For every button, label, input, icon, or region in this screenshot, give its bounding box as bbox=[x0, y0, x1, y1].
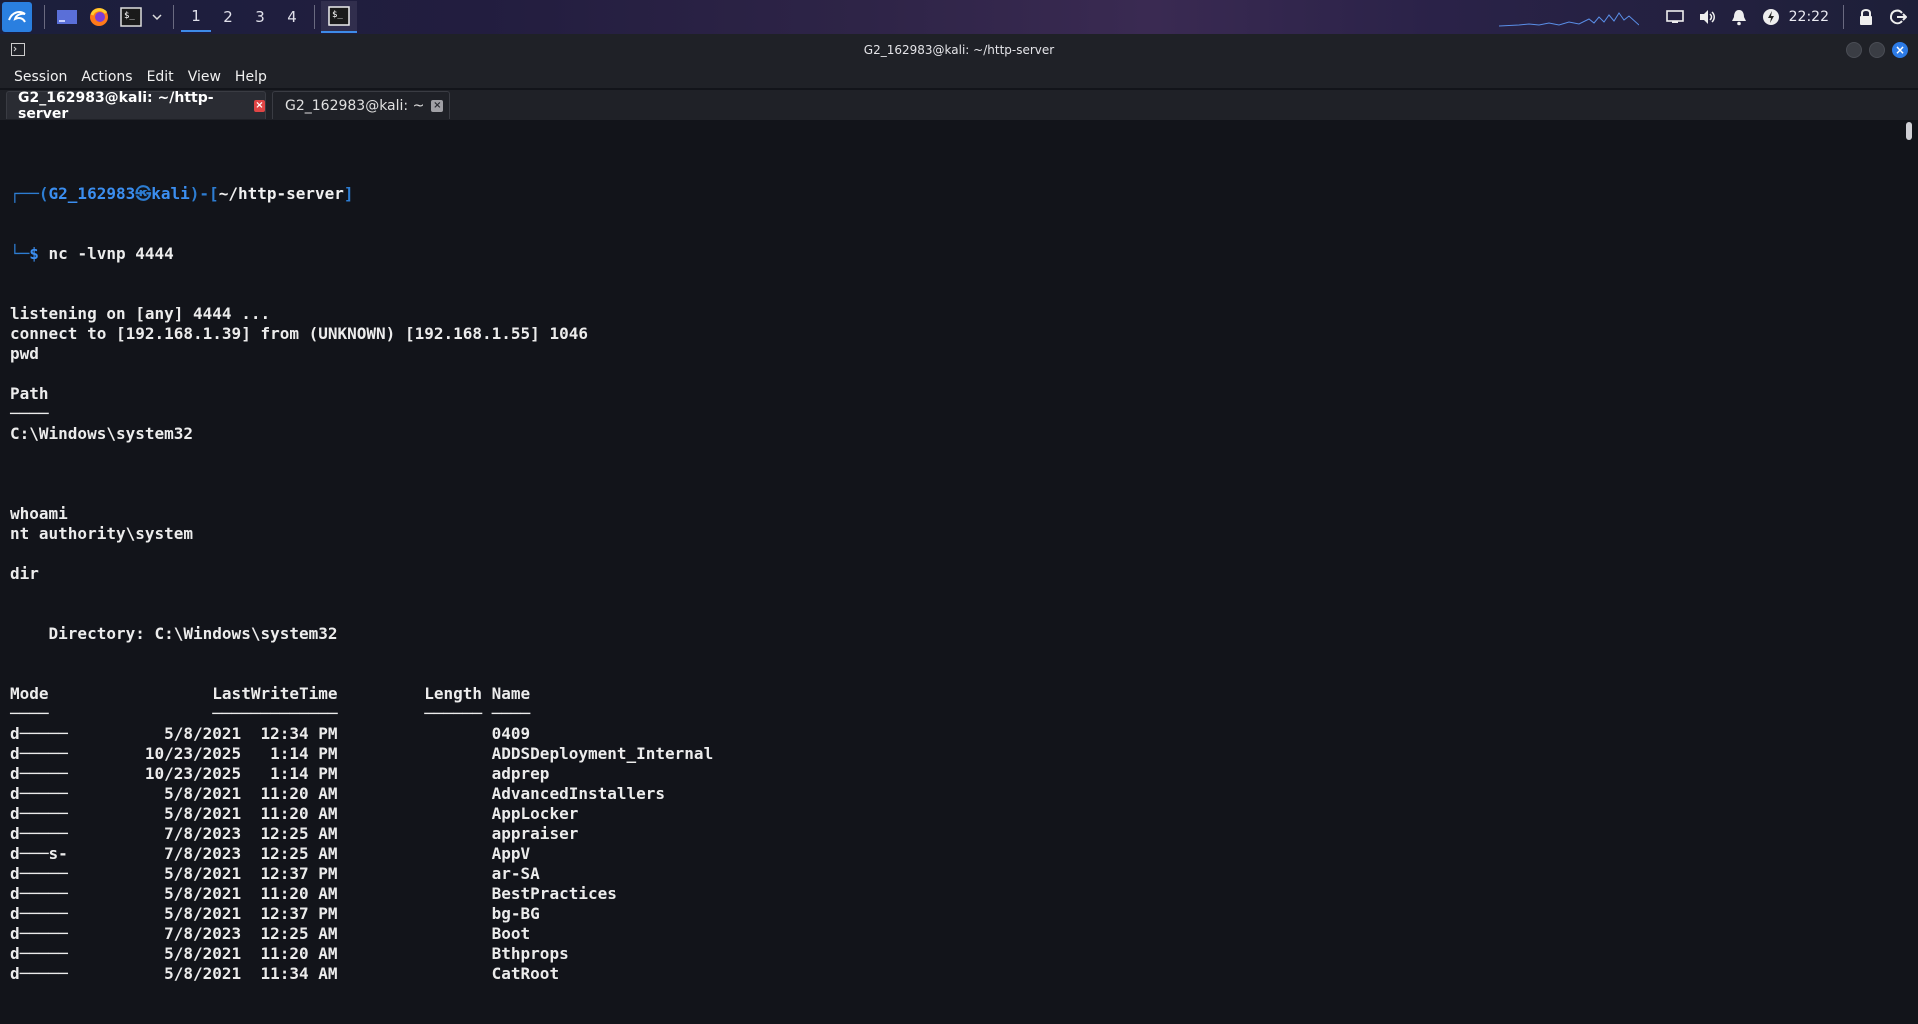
terminal-line: connect to [192.168.1.39] from (UNKNOWN)… bbox=[10, 324, 588, 343]
terminal-line: d───── 5/8/2021 11:20 AM AppLocker bbox=[10, 804, 579, 823]
tab-label: G2_162983@kali: ~ bbox=[285, 97, 425, 114]
tab-http-server[interactable]: G2_162983@kali: ~/http-server × bbox=[6, 89, 266, 122]
terminal-line: d───s- 7/8/2023 12:25 AM AppV bbox=[10, 844, 531, 863]
terminal-scrollbar[interactable] bbox=[1906, 122, 1912, 140]
power-manager-icon[interactable] bbox=[1757, 3, 1785, 31]
tab-label: G2_162983@kali: ~/http-server bbox=[18, 89, 214, 122]
terminal-launcher-icon[interactable]: $_ bbox=[118, 4, 144, 30]
panel-clock[interactable]: 22:22 bbox=[1789, 9, 1829, 25]
terminal-line: whoami bbox=[10, 504, 68, 523]
workspace-4[interactable]: 4 bbox=[277, 2, 307, 32]
terminal-line: d───── 10/23/2025 1:14 PM adprep bbox=[10, 764, 550, 783]
terminal-line: pwd bbox=[10, 344, 39, 363]
command-output: listening on [any] 4444 ... connect to [1… bbox=[10, 304, 713, 984]
terminal-line: d───── 5/8/2021 12:37 PM bg-BG bbox=[10, 904, 540, 923]
menu-actions[interactable]: Actions bbox=[74, 69, 139, 85]
terminal-line: d───── 5/8/2021 11:34 AM CatRoot bbox=[10, 964, 560, 983]
top-panel: $_ 1 2 3 4 $_ 22:22 bbox=[0, 0, 1918, 34]
terminal-line: d───── 5/8/2021 12:37 PM ar-SA bbox=[10, 864, 540, 883]
show-desktop-icon[interactable] bbox=[54, 4, 80, 30]
svg-text:$_: $_ bbox=[332, 10, 343, 20]
terminal-line: C:\Windows\system32 bbox=[10, 424, 194, 443]
window-titlebar[interactable]: G2_162983@kali: ~/http-server × bbox=[0, 34, 1918, 66]
panel-separator bbox=[1843, 5, 1844, 29]
prompt-line-1: ┌──(G2_162983㉿kali)-[~/http-server] bbox=[10, 184, 354, 203]
volume-icon[interactable] bbox=[1693, 3, 1721, 31]
terminal-line: ──── ───────────── ────── ──── bbox=[10, 704, 531, 723]
firefox-icon[interactable] bbox=[86, 4, 112, 30]
panel-separator bbox=[314, 5, 315, 29]
terminal-line: dir bbox=[10, 564, 39, 583]
menu-edit[interactable]: Edit bbox=[140, 69, 181, 85]
prompt-path: ~/http-server bbox=[218, 184, 344, 203]
terminal-line: d───── 7/8/2023 12:25 AM Boot bbox=[10, 924, 531, 943]
workspace-3[interactable]: 3 bbox=[245, 2, 275, 32]
menu-view[interactable]: View bbox=[181, 69, 228, 85]
terminal-line: Directory: C:\Windows\system32 bbox=[10, 624, 338, 643]
terminal-line: Path bbox=[10, 384, 49, 403]
lock-icon[interactable] bbox=[1852, 3, 1880, 31]
tab-bar: G2_162983@kali: ~/http-server × G2_16298… bbox=[0, 89, 1918, 122]
prompt-user: G2_162983 bbox=[48, 184, 136, 203]
terminal-output: ┌──(G2_162983㉿kali)-[~/http-server] └─$ … bbox=[10, 144, 713, 1024]
terminal-view[interactable]: ┌──(G2_162983㉿kali)-[~/http-server] └─$ … bbox=[0, 120, 1918, 983]
logout-icon[interactable] bbox=[1884, 3, 1912, 31]
taskbar-terminal-button[interactable]: $_ bbox=[321, 1, 357, 33]
prompt-command: nc -lvnp 4444 bbox=[48, 244, 174, 263]
prompt-symbol: $ bbox=[29, 244, 39, 263]
terminal-line: d───── 5/8/2021 11:20 AM BestPractices bbox=[10, 884, 617, 903]
tab-close-icon[interactable]: × bbox=[431, 99, 444, 112]
prompt-line-2: └─$ nc -lvnp 4444 bbox=[10, 244, 174, 263]
menu-session[interactable]: Session bbox=[0, 69, 74, 85]
terminal-line: d───── 5/8/2021 11:20 AM Bthprops bbox=[10, 944, 569, 963]
close-button[interactable]: × bbox=[1892, 42, 1908, 58]
svg-text:$_: $_ bbox=[124, 11, 135, 21]
terminal-line: Mode LastWriteTime Length Name bbox=[10, 684, 531, 703]
panel-separator bbox=[44, 5, 45, 29]
terminal-line: d───── 10/23/2025 1:14 PM ADDSDeployment… bbox=[10, 744, 714, 763]
tab-home[interactable]: G2_162983@kali: ~ × bbox=[272, 91, 450, 119]
window-title: G2_162983@kali: ~/http-server bbox=[863, 43, 1055, 57]
terminal-line: d───── 5/8/2021 11:20 AM AdvancedInstall… bbox=[10, 784, 666, 803]
terminal-line: nt authority\system bbox=[10, 524, 194, 543]
kali-menu-icon[interactable] bbox=[2, 2, 32, 32]
menubar: Session Actions Edit View Help bbox=[0, 66, 1918, 88]
display-icon[interactable] bbox=[1661, 3, 1689, 31]
terminal-line: d───── 5/8/2021 12:34 PM 0409 bbox=[10, 724, 531, 743]
tab-close-icon[interactable]: × bbox=[253, 99, 265, 112]
workspace-2[interactable]: 2 bbox=[213, 2, 243, 32]
terminal-icon: $_ bbox=[328, 6, 350, 26]
panel-separator bbox=[173, 5, 174, 29]
workspace-1[interactable]: 1 bbox=[181, 2, 211, 32]
prompt-host: kali bbox=[151, 184, 190, 203]
notification-bell-icon[interactable] bbox=[1725, 3, 1753, 31]
minimize-button[interactable] bbox=[1846, 42, 1862, 58]
dropdown-chevron-icon[interactable] bbox=[150, 4, 164, 30]
terminal-line: ──── bbox=[10, 404, 49, 423]
cpu-graph bbox=[1498, 7, 1639, 27]
terminal-line: listening on [any] 4444 ... bbox=[10, 304, 271, 323]
maximize-button[interactable] bbox=[1869, 42, 1885, 58]
menu-help[interactable]: Help bbox=[228, 69, 274, 85]
terminal-line: d───── 7/8/2023 12:25 AM appraiser bbox=[10, 824, 579, 843]
